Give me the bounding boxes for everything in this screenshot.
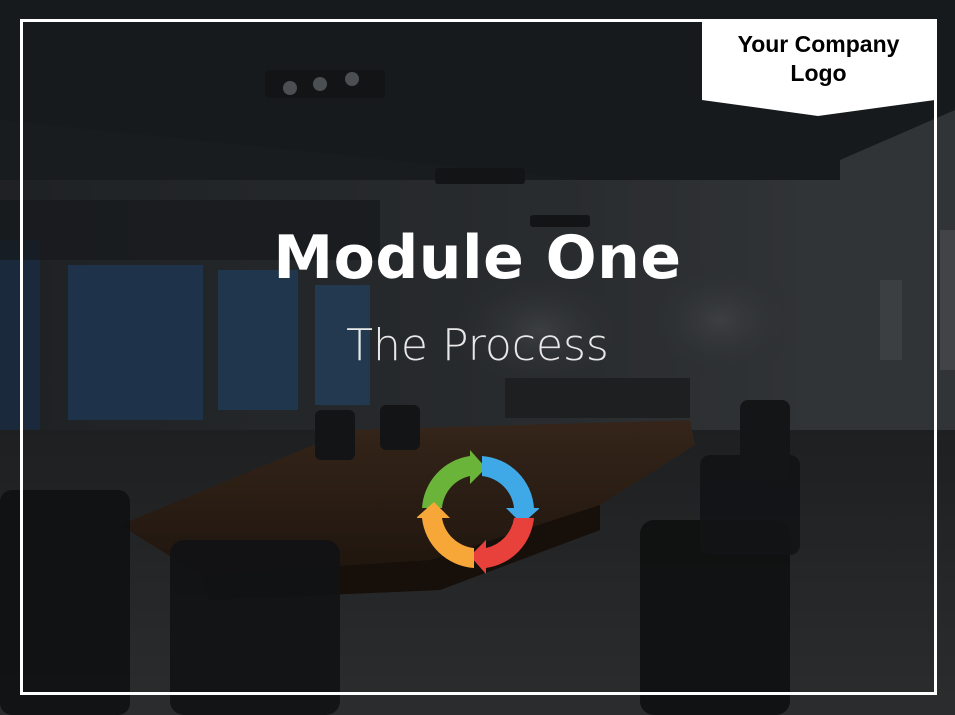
slide-subtitle: The Process [346, 320, 609, 371]
slide-title: Module One [273, 223, 682, 293]
cycle-arrow-green [422, 450, 486, 508]
process-cycle-icon [417, 450, 539, 574]
cycle-arrow-blue [482, 456, 539, 524]
logo-text-line2: Logo [790, 60, 847, 86]
cycle-arrow-orange [417, 502, 474, 568]
logo-text-line1: Your Company [737, 31, 900, 57]
cycle-arrow-red [470, 518, 534, 574]
company-logo-placeholder: Your Company Logo [702, 20, 935, 116]
